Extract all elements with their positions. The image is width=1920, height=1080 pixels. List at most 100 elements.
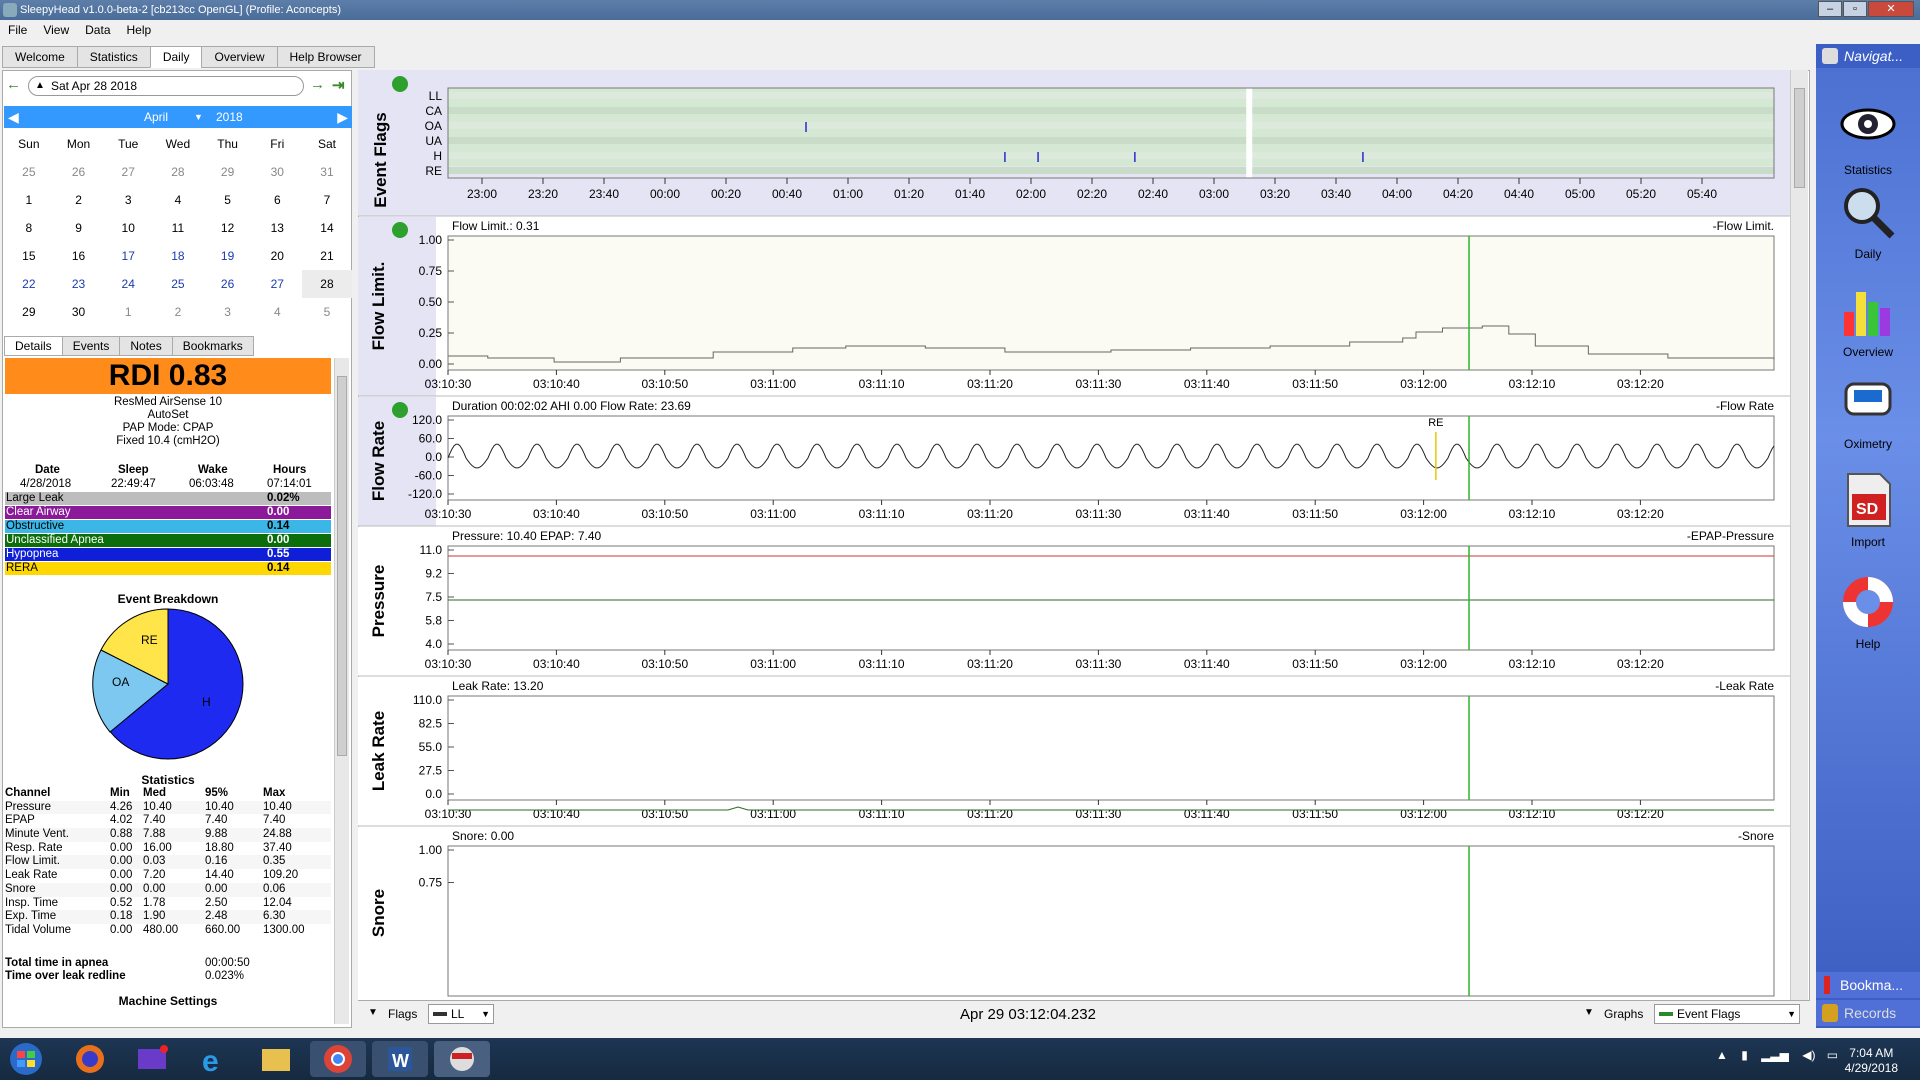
month-dropdown-icon[interactable]: ▼ [194, 106, 203, 128]
calendar-day[interactable]: 1 [4, 186, 54, 214]
calendar-day[interactable]: 17 [103, 242, 153, 270]
tab-events[interactable]: Events [61, 336, 121, 356]
calendar-day[interactable]: 27 [252, 270, 302, 298]
calendar-day[interactable]: 9 [54, 214, 104, 242]
tab-help-browser[interactable]: Help Browser [276, 46, 375, 68]
calendar-day[interactable]: 10 [103, 214, 153, 242]
calendar-day[interactable]: 1 [103, 298, 153, 326]
signal-icon[interactable]: ▂▃▅ [1761, 1048, 1789, 1062]
calendar-day[interactable]: 12 [203, 214, 253, 242]
tab-overview[interactable]: Overview [201, 46, 278, 68]
close-button[interactable]: ✕ [1868, 1, 1914, 17]
date-selector[interactable]: ▲ Sat Apr 28 2018 [28, 76, 304, 96]
calendar-day[interactable]: 28 [302, 270, 352, 298]
calendar-day[interactable]: 2 [54, 186, 104, 214]
nav-oximetry[interactable]: Oximetry [1816, 374, 1920, 451]
tab-statistics[interactable]: Statistics [76, 46, 151, 68]
calendar-day[interactable]: 27 [103, 158, 153, 186]
firefox-icon[interactable] [62, 1041, 118, 1077]
chrome-icon[interactable] [310, 1041, 366, 1077]
menu-file[interactable]: File [0, 20, 35, 40]
last-day-arrow-icon[interactable]: ⇥ [332, 76, 345, 94]
maximize-button[interactable]: ▫ [1843, 1, 1867, 17]
calendar-day[interactable]: 30 [54, 298, 104, 326]
calendar-day[interactable]: 21 [302, 242, 352, 270]
calendar-day[interactable]: 31 [302, 158, 352, 186]
tab-welcome[interactable]: Welcome [2, 46, 78, 68]
tab-notes[interactable]: Notes [119, 336, 173, 356]
menu-data[interactable]: Data [77, 20, 118, 40]
prev-day-arrow-icon[interactable]: ← [6, 76, 21, 93]
machine-settings[interactable]: Machine Settings [5, 994, 331, 1008]
flags-toggle-icon[interactable]: ▼ [368, 1007, 378, 1018]
calendar-day[interactable]: 20 [252, 242, 302, 270]
calendar-day[interactable]: 16 [54, 242, 104, 270]
calendar-day[interactable]: 23 [54, 270, 104, 298]
calendar-day[interactable]: 30 [252, 158, 302, 186]
graph-scrollbar[interactable] [1790, 70, 1808, 1000]
graphs-toggle-icon[interactable]: ▼ [1584, 1007, 1594, 1018]
next-day-arrow-icon[interactable]: → [310, 76, 325, 93]
minimize-button[interactable]: – [1818, 1, 1842, 17]
calendar-day[interactable]: 19 [203, 242, 253, 270]
calendar-day[interactable]: 3 [103, 186, 153, 214]
sleepyhead-taskbar-icon[interactable] [434, 1041, 490, 1077]
mail-icon[interactable] [124, 1041, 180, 1077]
flags-select[interactable]: LL ▼ [428, 1004, 494, 1024]
calendar-month[interactable]: April [144, 106, 168, 128]
calendar-day[interactable]: 28 [153, 158, 203, 186]
power-icon[interactable]: ▭ [1827, 1048, 1838, 1062]
calendar-day[interactable]: 4 [252, 298, 302, 326]
calendar-day[interactable]: 26 [54, 158, 104, 186]
nav-records[interactable]: Records [1816, 1000, 1920, 1026]
network-icon[interactable]: ▮ [1741, 1048, 1748, 1062]
calendar-year[interactable]: 2018 [216, 106, 243, 128]
calendar-day[interactable]: 14 [302, 214, 352, 242]
left-scrollbar[interactable] [334, 358, 349, 1024]
calendar-day[interactable]: 5 [302, 298, 352, 326]
nav-statistics[interactable]: Statistics [1816, 100, 1920, 177]
calendar-day[interactable]: 6 [252, 186, 302, 214]
taskbar-clock[interactable]: 7:04 AM 4/29/2018 [1845, 1046, 1898, 1076]
calendar-day[interactable]: 2 [153, 298, 203, 326]
calendar-day[interactable]: 25 [153, 270, 203, 298]
tab-details[interactable]: Details [4, 336, 63, 356]
nav-overview[interactable]: Overview [1816, 282, 1920, 359]
calendar-day[interactable]: 13 [252, 214, 302, 242]
tab-bookmarks[interactable]: Bookmarks [171, 336, 254, 356]
volume-icon[interactable]: ◀) [1802, 1048, 1815, 1062]
left-scroll-thumb[interactable] [337, 376, 347, 756]
calendar-day[interactable]: 24 [103, 270, 153, 298]
system-tray[interactable]: ▲ ▮ ▂▃▅ ◀) ▭ [1716, 1048, 1866, 1068]
prev-month-icon[interactable]: ◀ [8, 106, 19, 128]
tray-up-arrow-icon[interactable]: ▲ [1716, 1048, 1728, 1062]
nav-daily[interactable]: Daily [1816, 184, 1920, 261]
menu-view[interactable]: View [35, 20, 77, 40]
graphs-canvas[interactable]: LLCAOAUAHRE23:00 23:20 23:40 00:00 00:20 00:4… [358, 70, 1790, 1000]
calendar-day[interactable]: 22 [4, 270, 54, 298]
calendar-day[interactable]: 3 [203, 298, 253, 326]
calendar-day[interactable]: 5 [203, 186, 253, 214]
nav-import[interactable]: SD Import [1816, 472, 1920, 549]
calendar-day[interactable]: 8 [4, 214, 54, 242]
nav-bookmarks[interactable]: Bookma... [1816, 972, 1920, 998]
calendar-day[interactable]: 7 [302, 186, 352, 214]
calendar-day[interactable]: 26 [203, 270, 253, 298]
calendar-day[interactable]: 11 [153, 214, 203, 242]
calendar-day[interactable]: 29 [203, 158, 253, 186]
tab-daily[interactable]: Daily [149, 46, 203, 68]
calendar-day[interactable]: 15 [4, 242, 54, 270]
graphs-select[interactable]: Event Flags ▼ [1654, 1004, 1800, 1024]
file-explorer-icon[interactable] [248, 1041, 304, 1077]
menu-help[interactable]: Help [119, 20, 160, 40]
calendar-day[interactable]: 4 [153, 186, 203, 214]
next-month-icon[interactable]: ▶ [337, 106, 348, 128]
start-button[interactable] [0, 1041, 52, 1077]
internet-explorer-icon[interactable]: e [186, 1041, 242, 1078]
word-icon[interactable]: W [372, 1041, 428, 1077]
calendar-day[interactable]: 29 [4, 298, 54, 326]
calendar-day[interactable]: 25 [4, 158, 54, 186]
calendar-day[interactable]: 18 [153, 242, 203, 270]
graph-scroll-thumb[interactable] [1794, 88, 1805, 188]
nav-help[interactable]: Help [1816, 574, 1920, 651]
